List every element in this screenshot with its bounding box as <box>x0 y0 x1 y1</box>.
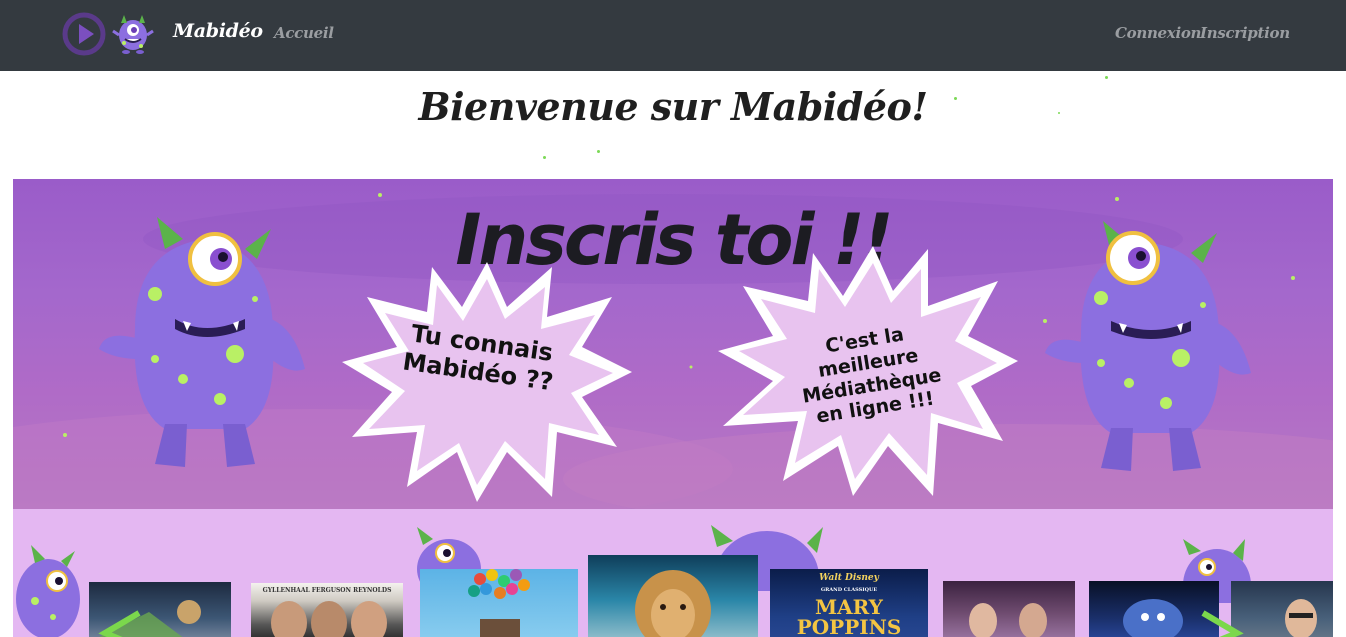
nav-home-link[interactable]: Accueil <box>274 24 334 42</box>
movie-poster[interactable] <box>420 569 578 637</box>
poster-subtitle: GRAND CLASSIQUE <box>820 587 878 593</box>
poster-title: MARY POPPINS <box>796 595 902 637</box>
poster-art <box>635 570 711 637</box>
movie-poster[interactable] <box>943 581 1075 637</box>
confetti-dot <box>597 150 600 153</box>
carousel-prev-icon[interactable] <box>89 607 149 637</box>
confetti-dot <box>1058 112 1060 114</box>
movie-poster[interactable]: GYLLENHAAL FERGUSON REYNOLDS <box>251 583 403 637</box>
confetti-dot <box>954 97 957 100</box>
confetti-dot <box>1105 76 1108 79</box>
confetti-dot <box>543 156 546 159</box>
purple-monster-illustration <box>1045 221 1251 471</box>
poster-brand: Walt Disney <box>819 573 879 583</box>
carousel-next-icon[interactable] <box>1193 607 1253 637</box>
play-circle-icon[interactable] <box>62 12 106 56</box>
movie-poster[interactable] <box>588 555 758 637</box>
purple-monster-illustration <box>16 545 80 637</box>
brand-link[interactable]: Mabidéo <box>173 20 263 42</box>
poster-art <box>271 601 387 637</box>
movie-poster-strip: GYLLENHAAL FERGUSON REYNOLDS Walt Disney… <box>13 509 1333 637</box>
signup-banner[interactable]: Inscris toi !! Tu connais Mabidéo ?? C'e… <box>13 179 1333 509</box>
purple-monster-illustration <box>99 217 305 467</box>
page-title: Bienvenue sur Mabidéo! <box>418 84 928 129</box>
movie-poster[interactable]: Walt Disney GRAND CLASSIQUE MARY POPPINS <box>770 569 928 637</box>
poster-art <box>969 603 1047 637</box>
nav-register-link[interactable]: Inscription <box>1200 24 1290 42</box>
nav-login-link[interactable]: Connexion <box>1115 24 1201 42</box>
purple-monster-icon[interactable] <box>110 11 156 57</box>
navbar: Mabidéo Accueil Connexion Inscription <box>0 0 1346 71</box>
poster-art <box>468 569 530 637</box>
